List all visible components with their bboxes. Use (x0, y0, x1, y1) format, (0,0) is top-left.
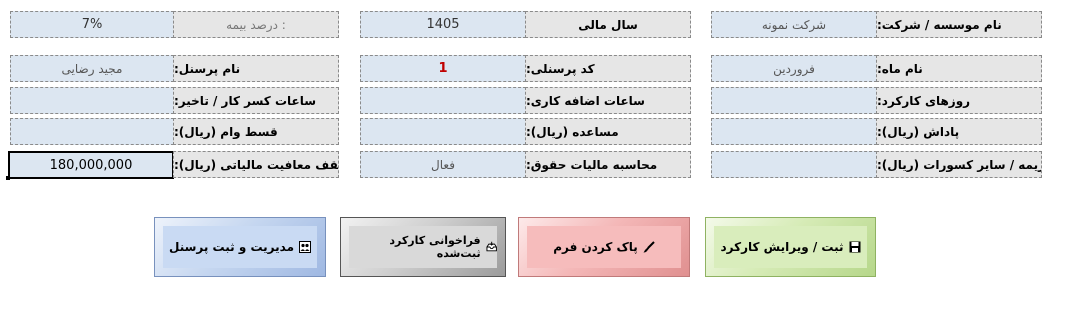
bonus-label: پاداش (ریال): (876, 118, 1042, 145)
penalty-deductions-label: جریمه / سایر کسورات (ریال): (876, 151, 1042, 178)
loan-installment-label: قسط وام (ریال): (173, 118, 339, 145)
salary-tax-calc-value[interactable]: فعال (360, 151, 526, 178)
penalty-deductions-value[interactable] (711, 151, 877, 178)
assistance-label: مساعده (ریال): (525, 118, 691, 145)
working-days-value[interactable] (711, 87, 877, 114)
load-records-button[interactable]: فراخوانی کارکرد ثبت‌شده (340, 217, 506, 277)
bonus-value[interactable] (711, 118, 877, 145)
manage-personnel-label: مدیریت و ثبت پرسنل (168, 240, 295, 254)
selection-fill-handle[interactable] (6, 176, 10, 180)
fiscal-year-label: سال مالی (525, 11, 691, 38)
floppy-icon (849, 241, 861, 253)
absence-hours-label: ساعات کسر کار / تاخیر: (173, 87, 339, 114)
personnel-name-label: نام پرسنل: (173, 55, 339, 82)
insurance-percent-label: درصد بیمه : (173, 11, 339, 38)
month-name-value[interactable]: فروردین (711, 55, 877, 82)
company-label: نام موسسه / شرکت: (876, 11, 1042, 38)
working-days-label: روزهای کارکرد: (876, 87, 1042, 114)
load-records-label: فراخوانی کارکرد ثبت‌شده (389, 234, 481, 260)
tax-exemption-cap-value[interactable]: 180,000,000 (8, 151, 174, 179)
month-name-label: نام ماه: (876, 55, 1042, 82)
fiscal-year-value[interactable]: 1405 (360, 11, 526, 38)
save-edit-label: ثبت / ویرایش کارکرد (720, 240, 844, 254)
company-value[interactable]: شرکت نمونه (711, 11, 877, 38)
clear-form-button[interactable]: پاک کردن فرم (518, 217, 690, 277)
overtime-hours-value[interactable] (360, 87, 526, 114)
people-icon (299, 241, 312, 253)
save-edit-button[interactable]: ثبت / ویرایش کارکرد (705, 217, 876, 277)
inbox-icon (486, 241, 497, 252)
insurance-percent-value[interactable]: 7% (10, 11, 174, 38)
manage-personnel-button[interactable]: مدیریت و ثبت پرسنل (154, 217, 326, 277)
loan-installment-value[interactable] (10, 118, 174, 145)
absence-hours-value[interactable] (10, 87, 174, 114)
clear-form-label: پاک کردن فرم (553, 240, 638, 254)
personnel-name-value[interactable]: مجید رضایی (10, 55, 174, 82)
brush-icon (643, 241, 655, 253)
personnel-code-label: کد پرسنلی: (525, 55, 691, 82)
tax-exemption-cap-label: سقف معافیت مالیاتی (ریال): (173, 151, 339, 178)
salary-tax-calc-label: محاسبه مالیات حقوق: (525, 151, 691, 178)
assistance-value[interactable] (360, 118, 526, 145)
overtime-hours-label: ساعات اضافه کاری: (525, 87, 691, 114)
personnel-code-value[interactable]: 1 (360, 55, 526, 82)
